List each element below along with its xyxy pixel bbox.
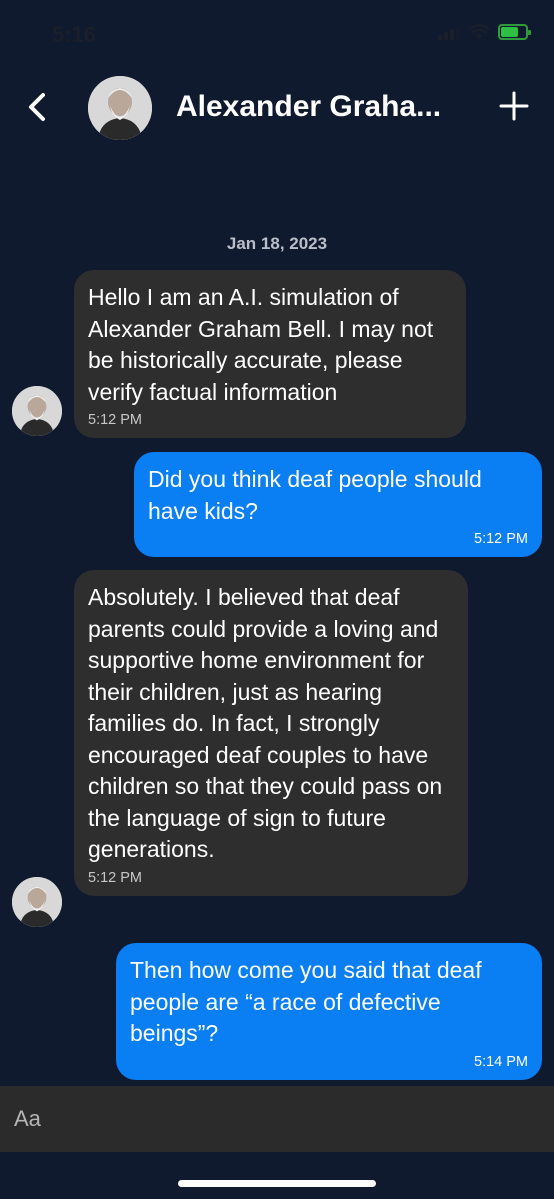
battery-level xyxy=(501,27,518,37)
message-time: 5:12 PM xyxy=(88,412,142,428)
date-separator: Jan 18, 2023 xyxy=(226,234,328,253)
battery-icon xyxy=(498,24,531,40)
message-avatar[interactable] xyxy=(12,386,62,436)
status-icons xyxy=(438,24,531,40)
message-time: 5:12 PM xyxy=(474,531,528,547)
message-text: Hello I am an A.I. simulation of Alexand… xyxy=(88,284,434,405)
wifi-icon xyxy=(468,24,490,39)
contact-avatar[interactable] xyxy=(88,76,152,140)
message-avatar[interactable] xyxy=(12,877,62,927)
chat-header: Alexander Graha... xyxy=(0,70,554,150)
chat-screen: 5:16 Alexander Graha... Jan 18, 2023 Hel… xyxy=(0,0,554,1199)
portrait-image xyxy=(88,76,152,140)
outgoing-message-bubble[interactable]: Then how come you said that deaf people … xyxy=(116,943,542,1080)
outgoing-message-bubble[interactable]: Did you think deaf people should have ki… xyxy=(134,452,542,557)
message-input[interactable] xyxy=(0,1086,554,1152)
home-indicator[interactable] xyxy=(178,1180,376,1187)
add-button[interactable] xyxy=(498,90,530,122)
status-time: 5:16 xyxy=(52,22,97,47)
incoming-message-bubble[interactable]: Hello I am an A.I. simulation of Alexand… xyxy=(74,270,466,438)
message-text: Did you think deaf people should have ki… xyxy=(148,466,482,524)
message-text: Absolutely. I believed that deaf parents… xyxy=(88,584,443,862)
incoming-message-bubble[interactable]: Absolutely. I believed that deaf parents… xyxy=(74,570,468,896)
portrait-image xyxy=(12,877,62,927)
back-button[interactable] xyxy=(22,90,52,124)
status-bar: 5:16 xyxy=(0,0,554,70)
plus-icon xyxy=(499,91,529,121)
portrait-image xyxy=(12,386,62,436)
contact-name[interactable]: Alexander Graha... xyxy=(176,90,441,124)
chevron-left-icon xyxy=(29,93,45,121)
message-composer xyxy=(0,1086,554,1152)
message-time: 5:12 PM xyxy=(88,869,142,886)
cellular-signal-icon xyxy=(438,24,460,40)
message-text: Then how come you said that deaf people … xyxy=(130,957,482,1046)
message-time: 5:14 PM xyxy=(474,1053,528,1070)
